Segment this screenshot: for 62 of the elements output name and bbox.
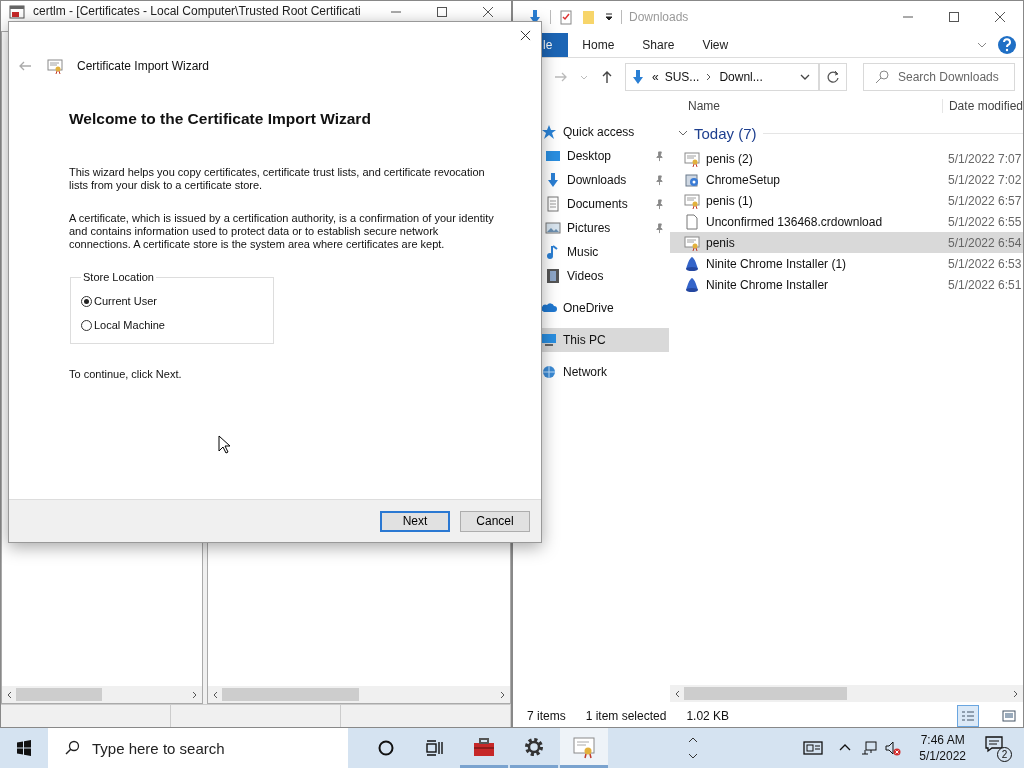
file-date: 5/1/2022 6:53 bbox=[948, 256, 1022, 271]
file-date: 5/1/2022 6:57 bbox=[948, 193, 1022, 208]
window-title: Downloads bbox=[629, 10, 689, 24]
file-name: Ninite Chrome Installer (1) bbox=[706, 256, 848, 271]
column-header[interactable]: Name bbox=[670, 99, 942, 113]
nav-item[interactable]: Videos bbox=[513, 264, 669, 288]
instruction-text: To continue, click Next. bbox=[69, 368, 183, 381]
file-row[interactable]: Unconfirmed 136468.crdownload 5/1/2022 6:55 bbox=[670, 211, 1023, 232]
radio-option[interactable]: Current User bbox=[81, 289, 267, 313]
file-row[interactable]: Ninite Chrome Installer (1) 5/1/2022 6:53 bbox=[670, 253, 1023, 274]
wizard-heading: Welcome to the Certificate Import Wizard bbox=[69, 110, 372, 128]
taskbar-search-field[interactable]: Type here to search bbox=[48, 728, 348, 768]
clock-date[interactable]: 5/1/2022 bbox=[919, 748, 966, 764]
search-input[interactable]: Type here to search bbox=[92, 733, 348, 763]
file-name: ChromeSetup bbox=[706, 172, 782, 187]
clock-time[interactable]: 7:46 AM bbox=[920, 732, 965, 748]
file-row[interactable]: penis (1) 5/1/2022 6:57 bbox=[670, 190, 1023, 211]
ribbon-tab[interactable]: View bbox=[688, 33, 743, 57]
nav-item[interactable]: Documents bbox=[513, 192, 669, 216]
breadcrumb[interactable]: SUS... bbox=[664, 70, 700, 84]
nav-item[interactable]: Downloads bbox=[513, 168, 669, 192]
file-name: Ninite Chrome Installer bbox=[706, 277, 830, 292]
nav-item[interactable]: Desktop bbox=[513, 144, 669, 168]
paragraph: This wizard helps you copy certificates, certificate trust lists, and certificate revocation lists from your disk to a certificate store. bbox=[69, 166, 486, 192]
nav-item[interactable]: Network bbox=[513, 360, 669, 384]
search-field[interactable]: Search Downloads bbox=[863, 63, 1015, 91]
overflow-chevrons[interactable]: « bbox=[652, 70, 659, 84]
file-row[interactable]: penis 5/1/2022 6:54 bbox=[670, 232, 1023, 253]
ribbon-tab[interactable]: Home bbox=[568, 33, 629, 57]
selection-size: 1.02 KB bbox=[686, 709, 730, 723]
notification-badge: 2 bbox=[997, 747, 1012, 762]
file-name: Unconfirmed 136468.crdownload bbox=[706, 214, 884, 229]
notifications-button[interactable]: 2 bbox=[984, 734, 1012, 762]
address-bar[interactable]: « SUS... Downl... bbox=[625, 63, 819, 91]
file-row[interactable]: ChromeSetup 5/1/2022 7:02 bbox=[670, 169, 1023, 190]
file-date: 5/1/2022 7:07 bbox=[948, 151, 1022, 166]
file-date: 5/1/2022 6:54 bbox=[948, 235, 1022, 250]
file-row[interactable]: Ninite Chrome Installer 5/1/2022 6:51 bbox=[670, 274, 1023, 295]
file-date: 5/1/2022 7:02 bbox=[948, 172, 1022, 187]
paragraph: A certificate, which is issued by a certification authority, is a confirmation of your identity and contains information used to protect data or to establish secure network connections. A certificate store is the system area where certificates are kept. bbox=[69, 212, 495, 251]
nav-item[interactable]: OneDrive bbox=[513, 296, 669, 320]
file-date: 5/1/2022 6:51 bbox=[948, 277, 1022, 292]
dialog-button[interactable]: Cancel bbox=[460, 510, 530, 532]
group-label: Store Location bbox=[82, 271, 155, 283]
breadcrumb[interactable]: Downl... bbox=[719, 70, 763, 84]
column-header[interactable]: Date modified bbox=[941, 99, 1023, 113]
file-name: penis (1) bbox=[706, 193, 754, 208]
radio-option[interactable]: Local Machine bbox=[81, 313, 267, 337]
window-title: certlm - [Certificates - Local Computer\Trusted Root Certificati bbox=[33, 4, 361, 18]
file-name: penis (2) bbox=[706, 151, 754, 166]
file-date: 5/1/2022 6:55 bbox=[948, 214, 1022, 229]
nav-item[interactable]: Music bbox=[513, 240, 669, 264]
selection-count: 1 item selected bbox=[585, 709, 667, 723]
dialog-button[interactable]: Next bbox=[380, 510, 450, 532]
file-name: penis bbox=[706, 235, 736, 250]
item-count: 7 items bbox=[527, 709, 566, 723]
nav-item[interactable]: Pictures bbox=[513, 216, 669, 240]
ribbon-tab[interactable]: Share bbox=[628, 33, 689, 57]
file-row[interactable]: penis (2) 5/1/2022 7:07 bbox=[670, 148, 1023, 169]
nav-item[interactable]: Quick access bbox=[513, 120, 669, 144]
group-header[interactable]: Today (7) bbox=[694, 124, 757, 142]
wizard-title: Certificate Import Wizard bbox=[77, 59, 210, 73]
